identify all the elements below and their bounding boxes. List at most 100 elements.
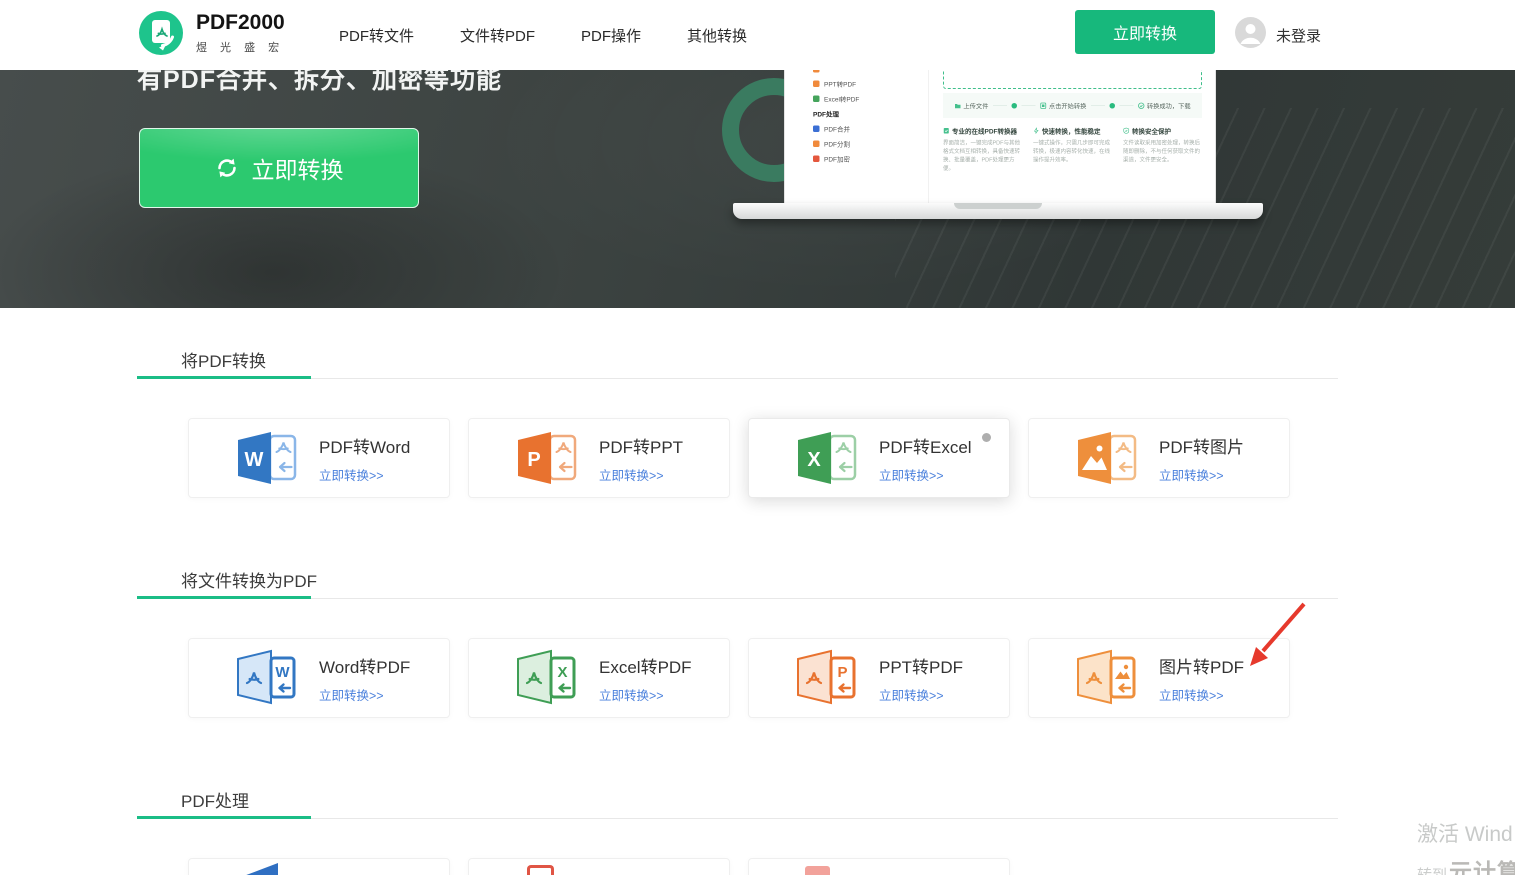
card-pdf-to-image[interactable]: PDF转图片 立即转换>>	[1028, 418, 1290, 498]
section-pdf-processing: PDF处理	[137, 770, 1338, 875]
pdf-split-icon	[527, 865, 554, 875]
logo[interactable]: PDF2000 煜 光 盛 宏	[138, 10, 285, 56]
folder-icon	[954, 102, 961, 109]
section-divider-accent	[137, 376, 311, 379]
mockup-sidebar-label: PDF分割	[824, 139, 850, 149]
mockup-sidebar-item-excel2pdf: Excel转PDF	[813, 94, 859, 104]
watermark-line2: 转到 元计算 的	[1417, 853, 1515, 875]
convert-now-link[interactable]: 立即转换>>	[1159, 685, 1244, 704]
svg-text:W: W	[275, 664, 290, 681]
section-divider-accent	[137, 596, 311, 599]
excel-icon	[813, 96, 820, 103]
watermark-brand: 元计算	[1449, 853, 1515, 875]
login-status[interactable]: 未登录	[1276, 25, 1321, 46]
pdf-to-word-icon: W	[235, 429, 301, 487]
card-title: PDF转PPT	[599, 433, 683, 458]
mockup-sidebar-item-cut	[813, 70, 820, 73]
watermark-prefix: 转到	[1417, 864, 1447, 875]
nav-pdf-operations[interactable]: PDF操作	[581, 25, 641, 46]
svg-text:X: X	[807, 449, 821, 471]
logo-text: PDF2000 煜 光 盛 宏	[196, 11, 285, 54]
convert-now-link[interactable]: 立即转换>>	[319, 685, 410, 704]
section-divider	[137, 378, 1338, 379]
ppt-to-pdf-icon: P	[795, 649, 861, 707]
card-ppt-to-pdf[interactable]: P PPT转PDF 立即转换>>	[748, 638, 1010, 718]
refresh-icon	[215, 156, 239, 180]
card-pdf-to-word[interactable]: W PDF转Word 立即转换>>	[188, 418, 450, 498]
nav-file-to-pdf[interactable]: 文件转PDF	[460, 25, 535, 46]
section-title: PDF处理	[181, 787, 249, 812]
windows-activation-watermark: 激活 Wind 转到 元计算 的	[1417, 818, 1515, 875]
card-title: PDF转Excel	[879, 433, 972, 458]
card-row: W PDF转Word 立即转换>> P PDF转PPT 立即转换>>	[188, 418, 1290, 498]
ppt-icon	[813, 81, 820, 88]
mockup-steps-bar: 上传文件 点击开始转换	[943, 93, 1202, 118]
logo-subtitle: 煜 光 盛 宏	[196, 39, 285, 55]
mockup-step-download: 转换成功，下载	[1138, 101, 1191, 111]
pdf-merge-icon	[241, 863, 279, 875]
nav-pdf-to-file[interactable]: PDF转文件	[339, 25, 414, 46]
merge-icon	[813, 126, 820, 133]
card-pdf-split[interactable]	[468, 858, 730, 875]
convert-now-link[interactable]: 立即转换>>	[879, 685, 963, 704]
card-title: Excel转PDF	[599, 653, 692, 678]
convert-now-link[interactable]: 立即转换>>	[599, 685, 692, 704]
step-dot	[1109, 103, 1115, 109]
mockup-sidebar: PPT转PDF Excel转PDF PDF处理 PDF合并 PDF分割	[785, 70, 929, 203]
mockup-feature: 快速转换，性能稳定 一键式操作，只需几步即可完成转换，极速内容转化快速，在线操作…	[1033, 126, 1112, 173]
hero-banner: 有PDF合并、拆分、加密等功能 立即转换 PPT转PDF	[0, 70, 1515, 308]
mockup-sidebar-item-ppt2pdf: PPT转PDF	[813, 79, 856, 89]
header-convert-button[interactable]: 立即转换	[1075, 10, 1215, 54]
card-title: 图片转PDF	[1159, 653, 1244, 678]
convert-now-link[interactable]: 立即转换>>	[879, 465, 972, 484]
card-row	[188, 858, 1010, 875]
mockup-sidebar-item-encrypt: PDF加密	[813, 154, 850, 164]
mockup-sidebar-group-title: PDF处理	[813, 109, 839, 119]
card-pdf-merge[interactable]	[188, 858, 450, 875]
section-divider	[137, 598, 1338, 599]
shield-icon	[1123, 128, 1130, 135]
card-word-to-pdf[interactable]: W Word转PDF 立即转换>>	[188, 638, 450, 718]
card-excel-to-pdf[interactable]: X Excel转PDF 立即转换>>	[468, 638, 730, 718]
avatar-icon[interactable]	[1235, 17, 1266, 48]
section-divider	[137, 818, 1338, 819]
laptop-notch	[954, 203, 1042, 209]
step-connector	[993, 105, 1007, 106]
svg-text:P: P	[527, 449, 540, 471]
word-to-pdf-icon: W	[235, 649, 301, 707]
convert-now-link[interactable]: 立即转换>>	[599, 465, 683, 484]
image-to-pdf-icon	[1075, 649, 1141, 707]
card-pdf-to-ppt[interactable]: P PDF转PPT 立即转换>>	[468, 418, 730, 498]
step-connector	[1021, 105, 1035, 106]
laptop-mockup-base	[733, 203, 1263, 219]
hero-convert-label: 立即转换	[252, 151, 344, 185]
convert-now-link[interactable]: 立即转换>>	[1159, 465, 1244, 484]
doc-check-icon	[943, 128, 950, 135]
mockup-features: 专业的在线PDF转换器 界面简洁，一键完成PDF与其他格式文档互相转换，具备快速…	[943, 126, 1202, 173]
section-file-to-pdf: 将文件转换为PDF W Word转PDF 立即转换>>	[137, 550, 1338, 770]
mockup-feature: 转换安全保护 文件读取采用加密处理，转换后随即删除，不与任何获取文件的渠道，文件…	[1123, 126, 1202, 173]
section-divider-accent	[137, 816, 311, 819]
mockup-upload-dropzone	[943, 70, 1202, 89]
cursor-dot	[982, 433, 991, 442]
card-title: Word转PDF	[319, 653, 410, 678]
split-icon	[813, 141, 820, 148]
mockup-step-upload: 上传文件	[954, 101, 988, 111]
laptop-mockup-screen: PPT转PDF Excel转PDF PDF处理 PDF合并 PDF分割	[785, 70, 1215, 203]
convert-now-link[interactable]: 立即转换>>	[319, 465, 410, 484]
pdf-to-image-icon	[1075, 429, 1141, 487]
header: PDF2000 煜 光 盛 宏 PDF转文件 文件转PDF PDF操作 其他转换…	[0, 0, 1515, 70]
section-title: 将PDF转换	[181, 347, 266, 372]
page: PDF2000 煜 光 盛 宏 PDF转文件 文件转PDF PDF操作 其他转换…	[0, 0, 1515, 875]
step-connector	[1119, 105, 1133, 106]
logo-title: PDF2000	[196, 11, 285, 35]
card-title: PDF转Word	[319, 433, 410, 458]
hero-convert-button[interactable]: 立即转换	[139, 128, 419, 208]
mockup-sidebar-label: Excel转PDF	[824, 94, 859, 104]
mockup-feature: 专业的在线PDF转换器 界面简洁，一键完成PDF与其他格式文档互相转换，具备快速…	[943, 126, 1022, 173]
logo-icon	[138, 10, 184, 56]
card-pdf-to-excel[interactable]: X PDF转Excel 立即转换>>	[748, 418, 1010, 498]
svg-text:X: X	[557, 664, 567, 681]
nav-other-conversions[interactable]: 其他转换	[687, 25, 747, 46]
card-pdf-encrypt[interactable]	[748, 858, 1010, 875]
